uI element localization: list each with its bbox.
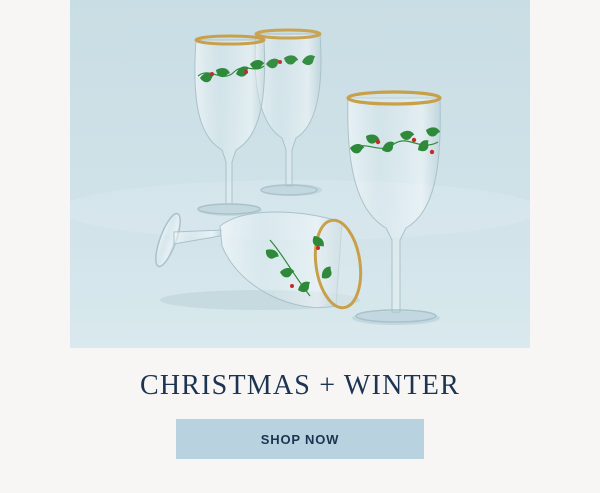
glassware-photo bbox=[70, 0, 530, 348]
shop-now-button[interactable]: SHOP NOW bbox=[176, 419, 424, 459]
section-headline: CHRISTMAS + WINTER bbox=[139, 370, 460, 401]
hero-image[interactable] bbox=[70, 0, 530, 348]
